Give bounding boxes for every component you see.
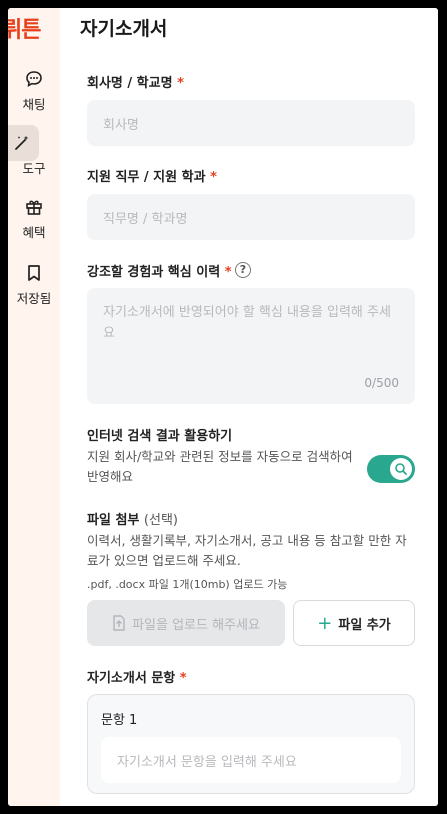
gift-icon xyxy=(26,200,42,215)
questions-label-text: 자기소개서 문항 xyxy=(87,671,176,686)
file-upload-icon xyxy=(113,615,125,631)
questions-label: 자기소개서 문항 * xyxy=(87,667,187,686)
add-file-button[interactable]: + 파일 추가 xyxy=(293,600,415,646)
magic-wand-icon xyxy=(15,135,29,150)
char-counter: 0/500 xyxy=(364,376,399,390)
sidebar-item-label: 혜택 xyxy=(22,225,46,240)
sidebar-item-tools[interactable]: 도구 xyxy=(8,134,60,177)
sidebar-item-benefits[interactable]: 혜택 xyxy=(8,198,60,241)
experience-label-text: 강조할 경험과 핵심 이력 xyxy=(87,265,221,280)
bookmark-icon xyxy=(28,265,40,281)
position-label: 지원 직무 / 지원 학과 * xyxy=(87,166,217,185)
sidebar: 뤼튼 채팅 도구 혜택 저장됨 xyxy=(8,8,60,806)
sidebar-item-label: 저장됨 xyxy=(16,291,52,306)
brand-logo[interactable]: 뤼튼 xyxy=(8,12,41,44)
toggle-knob xyxy=(390,458,412,480)
required-mark: * xyxy=(177,76,184,91)
search-icon xyxy=(395,463,407,475)
sidebar-item-chat[interactable]: 채팅 xyxy=(8,70,60,113)
position-input[interactable]: 직무명 / 학과명 xyxy=(87,194,415,240)
file-upload-field[interactable]: 파일을 업로드 해주세요 xyxy=(87,600,285,646)
required-mark: * xyxy=(210,170,217,185)
main-content: 자기소개서 회사명 / 학교명 * 회사명 지원 직무 / 지원 학과 * 직무… xyxy=(60,8,438,806)
web-search-description: 지원 회사/학교와 관련된 정보를 자동으로 검색하여 반영해요 xyxy=(87,449,353,484)
position-label-text: 지원 직무 / 지원 학과 xyxy=(87,170,206,185)
page-title: 자기소개서 xyxy=(80,18,168,40)
attachment-description: 이력서, 생활기록부, 자기소개서, 공고 내용 등 참고할 만한 자료가 있으… xyxy=(87,533,407,568)
sidebar-item-label: 채팅 xyxy=(22,97,46,112)
experience-textarea[interactable]: 자기소개서에 반영되어야 할 핵심 내용을 입력해 주세요 0/500 xyxy=(87,288,415,404)
experience-placeholder: 자기소개서에 반영되어야 할 핵심 내용을 입력해 주세요 xyxy=(103,305,391,341)
required-mark: * xyxy=(179,671,187,686)
sidebar-item-saved[interactable]: 저장됨 xyxy=(8,264,60,307)
attachment-note: .pdf, .docx 파일 1개(10mb) 업로드 가능 xyxy=(87,578,288,591)
app-window: 뤼튼 채팅 도구 혜택 저장됨 자기소개서 회사명 / 학교명 * 회사명 지원… xyxy=(8,8,438,806)
company-label-text: 회사명 / 학교명 xyxy=(87,76,173,91)
company-label: 회사명 / 학교명 * xyxy=(87,72,184,91)
plus-icon: + xyxy=(317,612,333,634)
web-search-toggle[interactable] xyxy=(367,455,415,483)
question-title: 문항 1 xyxy=(101,713,138,728)
company-input[interactable]: 회사명 xyxy=(87,100,415,146)
sidebar-item-label: 도구 xyxy=(22,161,46,176)
attachment-label-text: 파일 첨부 xyxy=(87,513,140,528)
help-icon[interactable]: ? xyxy=(235,262,251,278)
experience-label: 강조할 경험과 핵심 이력 * xyxy=(87,261,232,280)
chat-icon xyxy=(26,71,42,87)
add-file-label: 파일 추가 xyxy=(338,617,391,633)
attachment-label: 파일 첨부 (선택) xyxy=(87,509,178,528)
upload-placeholder: 파일을 업로드 해주세요 xyxy=(132,617,260,633)
web-search-label: 인터넷 검색 결과 활용하기 xyxy=(87,429,233,444)
question-input[interactable]: 자기소개서 문항을 입력해 주세요 xyxy=(101,737,401,783)
required-mark: * xyxy=(224,265,232,280)
question-card: 문항 1 자기소개서 문항을 입력해 주세요 xyxy=(87,694,415,794)
optional-tag: (선택) xyxy=(143,513,178,528)
